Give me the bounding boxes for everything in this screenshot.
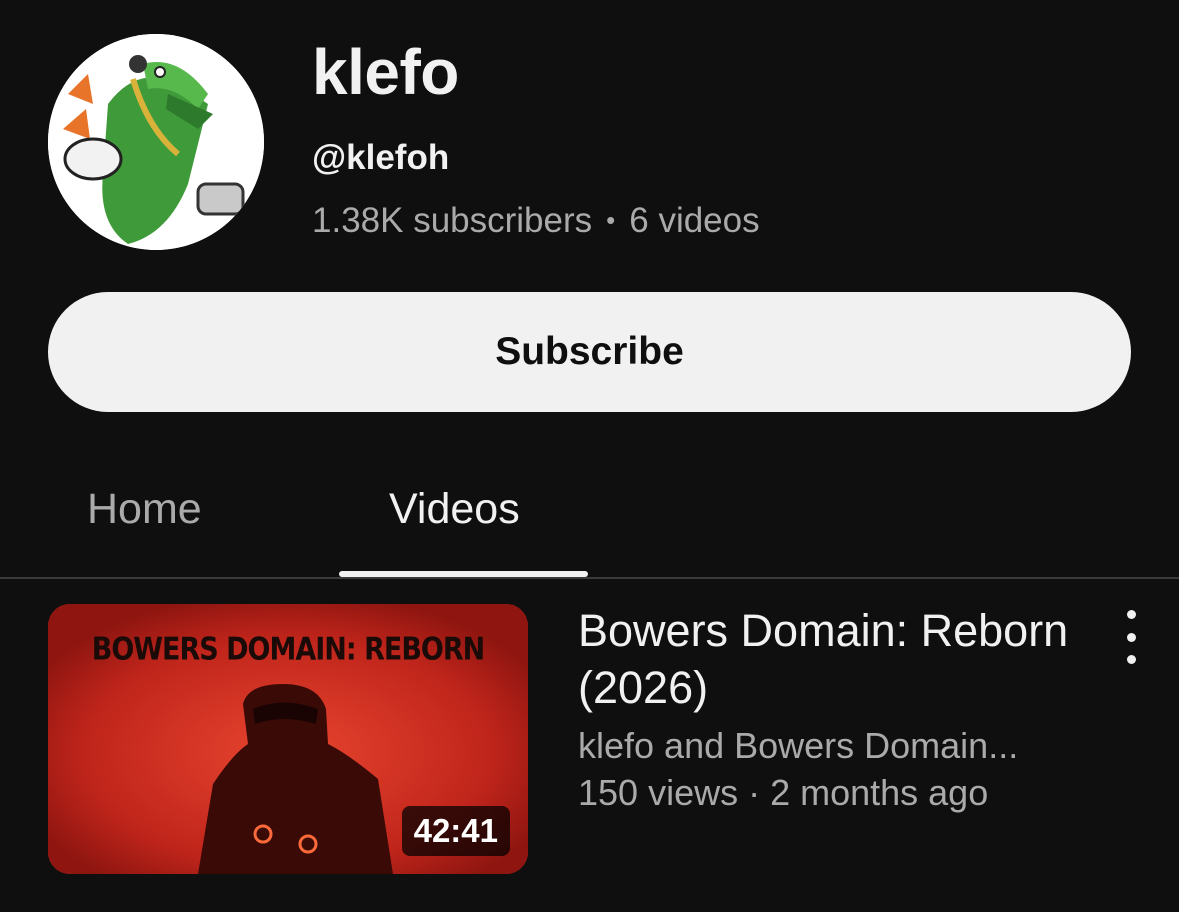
tabs-divider: [0, 577, 1179, 579]
more-dot: [1126, 655, 1136, 664]
more-dot: [1126, 632, 1136, 642]
tab-home[interactable]: Home: [87, 482, 202, 536]
channel-stats: 1.38K subscribers • 6 videos: [312, 200, 760, 244]
video-thumbnail[interactable]: BOWERS DOMAIN: REBORN 42:41: [48, 604, 528, 874]
more-vertical-icon[interactable]: [1114, 610, 1148, 664]
stats-separator: •: [606, 205, 616, 235]
subscribe-button[interactable]: Subscribe: [48, 292, 1131, 412]
video-count: 6 videos: [629, 201, 760, 240]
video-duration-badge: 42:41: [401, 806, 510, 856]
channel-name: klefo: [312, 36, 459, 108]
more-dot: [1126, 610, 1136, 619]
video-meta: 150 views · 2 months ago: [578, 772, 989, 813]
video-title[interactable]: Bowers Domain: Reborn (2026): [578, 602, 1098, 716]
subscriber-count: 1.38K subscribers: [312, 201, 593, 240]
channel-avatar[interactable]: [48, 34, 264, 250]
tab-videos[interactable]: Videos: [389, 482, 520, 536]
video-author: klefo and Bowers Domain...: [578, 725, 1019, 766]
channel-handle: @klefoh: [312, 138, 450, 177]
thumbnail-title-text: BOWERS DOMAIN: REBORN: [91, 631, 486, 668]
video-list-item[interactable]: BOWERS DOMAIN: REBORN 42:41 Bowers Domai…: [0, 580, 1179, 912]
crocodile-character-avatar-icon: [48, 34, 264, 250]
